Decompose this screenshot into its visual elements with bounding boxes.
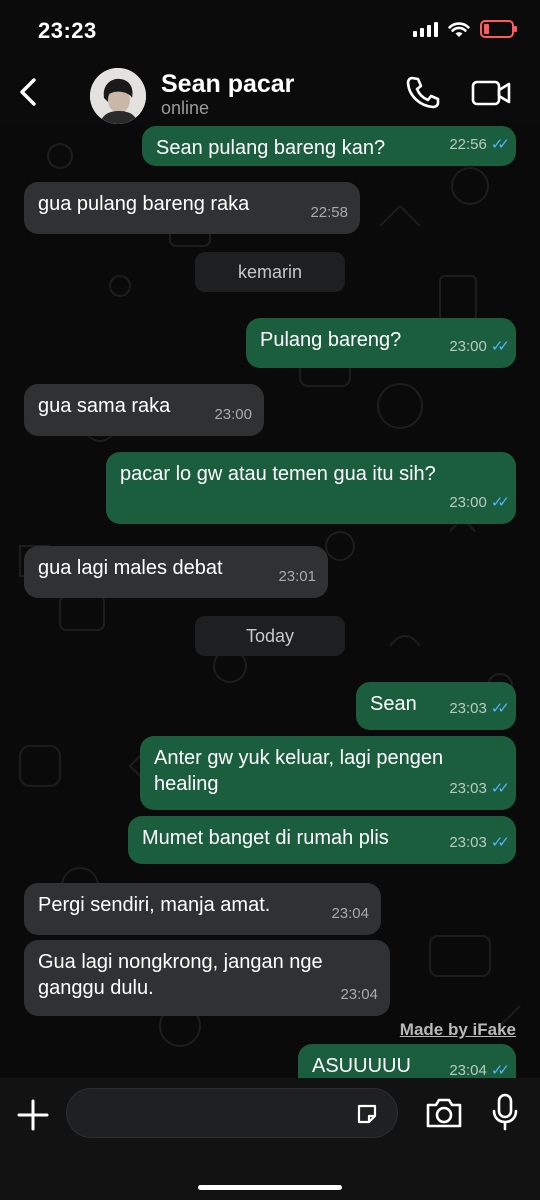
message-time: 23:03 bbox=[449, 700, 487, 717]
outgoing-message[interactable]: Pulang bareng? 23:00 ✓✓ bbox=[246, 318, 516, 368]
battery-icon bbox=[480, 20, 517, 38]
message-meta: 23:03 ✓✓ bbox=[449, 696, 510, 722]
message-time: 22:56 bbox=[449, 136, 487, 153]
read-receipt-icon: ✓✓ bbox=[490, 834, 510, 851]
read-receipt-icon: ✓✓ bbox=[490, 780, 510, 797]
message-input[interactable] bbox=[66, 1088, 398, 1138]
message-meta: 23:04 ✓✓ bbox=[449, 1058, 510, 1078]
status-time: 23:23 bbox=[38, 18, 97, 43]
video-call-icon[interactable] bbox=[470, 72, 514, 112]
outgoing-message[interactable]: Sean 23:03 ✓✓ bbox=[356, 682, 516, 730]
signal-icon bbox=[413, 21, 438, 37]
read-receipt-icon: ✓✓ bbox=[490, 136, 510, 153]
incoming-message[interactable]: Pergi sendiri, manja amat. 23:04 bbox=[24, 883, 381, 935]
message-meta: 23:03 ✓✓ bbox=[449, 776, 510, 802]
message-text: Gua lagi nongkrong, jangan nge ganggu du… bbox=[38, 951, 323, 999]
camera-icon[interactable] bbox=[424, 1096, 464, 1130]
message-time: 23:03 bbox=[449, 834, 487, 851]
top-bar: 23:23 Sean pacar online bbox=[0, 0, 540, 126]
read-receipt-icon: ✓✓ bbox=[490, 338, 510, 355]
home-indicator bbox=[198, 1185, 342, 1190]
message-time: 22:58 bbox=[310, 204, 348, 221]
microphone-icon[interactable] bbox=[490, 1092, 520, 1132]
outgoing-message[interactable]: Sean pulang bareng kan? 22:56 ✓✓ bbox=[142, 126, 516, 166]
message-time: 23:00 bbox=[449, 338, 487, 355]
message-time: 23:04 bbox=[340, 986, 378, 1003]
message-time: 23:00 bbox=[449, 494, 487, 511]
outgoing-message[interactable]: Anter gw yuk keluar, lagi pengen healing… bbox=[140, 736, 516, 810]
read-receipt-icon: ✓✓ bbox=[490, 700, 510, 717]
message-text: pacar lo gw atau temen gua itu sih? bbox=[120, 463, 436, 485]
chat-area[interactable]: Sean pulang bareng kan? 22:56 ✓✓ gua pulang… bbox=[0, 126, 540, 1078]
message-meta: 23:04 bbox=[340, 982, 378, 1008]
wifi-icon bbox=[448, 21, 470, 37]
outgoing-message[interactable]: pacar lo gw atau temen gua itu sih? 23:00… bbox=[106, 452, 516, 524]
message-text: Pergi sendiri, manja amat. bbox=[38, 894, 271, 916]
read-receipt-icon: ✓✓ bbox=[490, 494, 510, 511]
watermark: Made by iFake bbox=[399, 1020, 516, 1039]
message-meta: 23:00 bbox=[214, 402, 252, 428]
message-meta: 22:56 ✓✓ bbox=[449, 132, 510, 158]
avatar[interactable] bbox=[90, 68, 146, 124]
sticker-icon[interactable] bbox=[355, 1102, 379, 1126]
message-meta: 23:00 ✓✓ bbox=[449, 490, 510, 516]
message-meta: 23:00 ✓✓ bbox=[449, 334, 510, 360]
message-text: Mumet banget di rumah plis bbox=[142, 827, 389, 849]
back-arrow-icon[interactable] bbox=[10, 72, 50, 112]
read-receipt-icon: ✓✓ bbox=[490, 1062, 510, 1078]
message-meta: 23:04 bbox=[331, 901, 369, 927]
message-time: 23:04 bbox=[449, 1062, 487, 1078]
date-separator: Today bbox=[195, 616, 345, 656]
message-meta: 23:03 ✓✓ bbox=[449, 830, 510, 856]
input-bar bbox=[0, 1078, 540, 1200]
message-time: 23:03 bbox=[449, 780, 487, 797]
message-meta: 23:01 bbox=[278, 564, 316, 590]
voice-call-icon[interactable] bbox=[402, 72, 446, 112]
message-time: 23:04 bbox=[331, 905, 369, 922]
contact-name[interactable]: Sean pacar bbox=[161, 70, 294, 99]
message-meta: 22:58 bbox=[310, 200, 348, 226]
incoming-message[interactable]: Gua lagi nongkrong, jangan nge ganggu du… bbox=[24, 940, 390, 1016]
message-time: 23:01 bbox=[278, 568, 316, 585]
incoming-message[interactable]: gua pulang bareng raka 22:58 bbox=[24, 182, 360, 234]
date-separator: kemarin bbox=[195, 252, 345, 292]
message-text: gua pulang bareng raka bbox=[38, 193, 250, 215]
outgoing-message[interactable]: ASUUUUU 23:04 ✓✓ bbox=[298, 1044, 516, 1078]
plus-icon[interactable] bbox=[16, 1098, 50, 1132]
message-time: 23:00 bbox=[214, 406, 252, 423]
message-text: gua lagi males debat bbox=[38, 557, 223, 579]
outgoing-message[interactable]: Mumet banget di rumah plis 23:03 ✓✓ bbox=[128, 816, 516, 864]
incoming-message[interactable]: gua lagi males debat 23:01 bbox=[24, 546, 328, 598]
incoming-message[interactable]: gua sama raka 23:00 bbox=[24, 384, 264, 436]
contact-status: online bbox=[161, 98, 210, 118]
status-icons bbox=[413, 20, 517, 38]
